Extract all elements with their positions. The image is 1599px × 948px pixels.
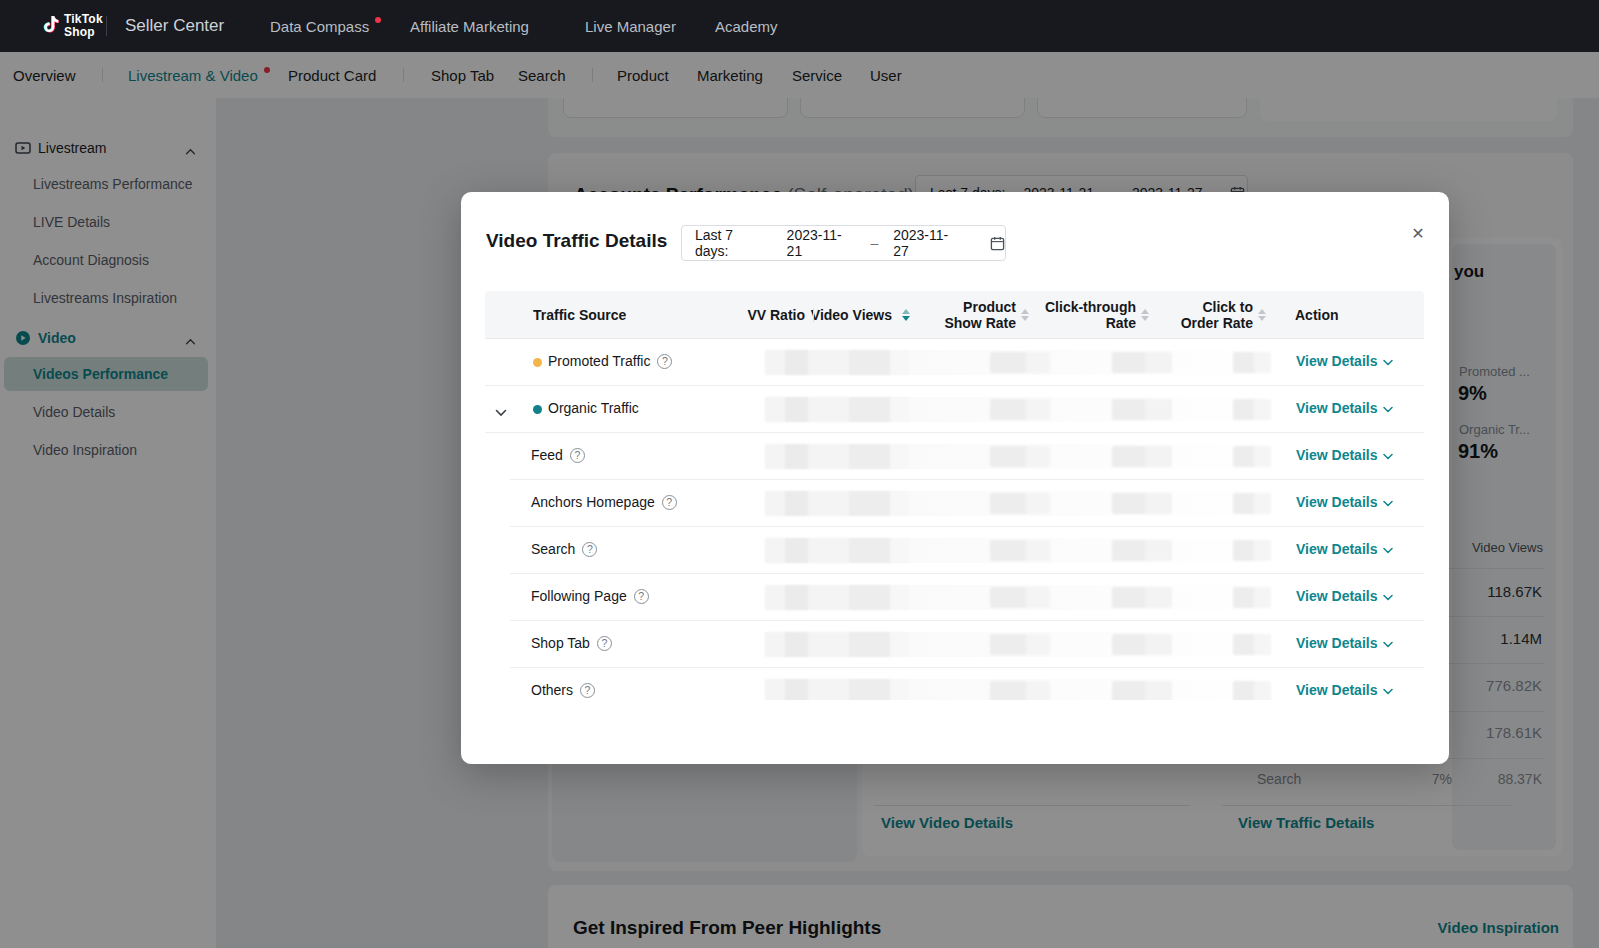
traffic-row-search: Search? View Details	[485, 527, 1424, 574]
redacted-value	[990, 681, 1050, 700]
traffic-source-label: Shop Tab?	[531, 635, 612, 651]
redacted-value	[1112, 587, 1172, 608]
redacted-value	[765, 679, 909, 700]
redacted-value	[1233, 681, 1271, 700]
traffic-source-label: Others?	[531, 682, 595, 698]
column-header-click-to-order-rate[interactable]: Click toOrder Rate	[1073, 299, 1253, 331]
close-icon[interactable]: ✕	[1405, 220, 1431, 246]
traffic-source-label: Feed?	[531, 447, 585, 463]
top-nav: TikTokShop Seller Center Data Compass Aff…	[0, 0, 1599, 52]
organic-dot	[533, 405, 542, 414]
date-end[interactable]: 2023-11-27	[893, 227, 962, 259]
date-preset: Last 7 days:	[695, 227, 769, 259]
redacted-value	[990, 399, 1050, 420]
calendar-icon	[990, 236, 1005, 251]
traffic-row-organic-traffic: Organic Traffic View Details	[485, 386, 1424, 433]
redacted-value	[1112, 446, 1172, 467]
traffic-source-label: Promoted Traffic?	[548, 353, 672, 369]
view-details-link[interactable]: View Details	[1296, 588, 1393, 604]
table-header: Traffic SourceVV RatioVideo ViewsProduct…	[485, 291, 1424, 339]
redacted-value	[1233, 634, 1271, 655]
redacted-value	[990, 493, 1050, 514]
help-icon[interactable]: ?	[657, 354, 672, 369]
redacted-value	[990, 352, 1050, 373]
redacted-value	[990, 587, 1050, 608]
traffic-table: Traffic SourceVV RatioVideo ViewsProduct…	[485, 291, 1424, 700]
view-details-link[interactable]: View Details	[1296, 447, 1393, 463]
redacted-value	[765, 585, 909, 610]
redacted-value	[765, 538, 909, 563]
topnav-item-data-compass[interactable]: Data Compass	[270, 0, 381, 52]
redacted-value	[1112, 540, 1172, 561]
traffic-source-label: Following Page?	[531, 588, 649, 604]
help-icon[interactable]: ?	[634, 589, 649, 604]
redacted-value	[1233, 399, 1271, 420]
traffic-row-anchors-homepage: Anchors Homepage? View Details	[485, 480, 1424, 527]
redacted-value	[990, 540, 1050, 561]
tiktok-logo-icon	[42, 15, 60, 39]
tiktok-shop-logo-text: TikTokShop	[64, 13, 103, 39]
video-traffic-details-modal: Video Traffic Details Last 7 days: 2023-…	[461, 192, 1449, 764]
page: Accounts Performance (Self-operated) Las…	[0, 0, 1599, 948]
redacted-value	[1233, 352, 1271, 373]
traffic-row-feed: Feed? View Details	[485, 433, 1424, 480]
help-icon[interactable]: ?	[580, 683, 595, 698]
redacted-value	[990, 634, 1050, 655]
help-icon[interactable]: ?	[597, 636, 612, 651]
redacted-value	[765, 444, 909, 469]
topnav-item-academy[interactable]: Academy	[715, 0, 778, 52]
redacted-value	[765, 397, 909, 422]
redacted-value	[1112, 352, 1172, 373]
help-icon[interactable]: ?	[570, 448, 585, 463]
expand-chevron-icon[interactable]	[495, 403, 507, 421]
modal-date-range[interactable]: Last 7 days: 2023-11-21 – 2023-11-27	[681, 225, 1006, 261]
redacted-value	[1112, 493, 1172, 514]
divider	[813, 308, 814, 322]
sort-icon[interactable]	[1257, 309, 1267, 321]
help-icon[interactable]: ?	[662, 495, 677, 510]
view-details-link[interactable]: View Details	[1296, 541, 1393, 557]
view-details-link[interactable]: View Details	[1296, 400, 1393, 416]
modal-title: Video Traffic Details	[486, 230, 667, 252]
traffic-row-shop-tab: Shop Tab? View Details	[485, 621, 1424, 668]
promoted-dot	[533, 358, 542, 367]
traffic-source-label: Search?	[531, 541, 597, 557]
view-details-link[interactable]: View Details	[1296, 353, 1393, 369]
column-header-action: Action	[1295, 307, 1339, 323]
redacted-value	[1112, 634, 1172, 655]
topnav-item-affiliate-marketing[interactable]: Affiliate Marketing	[410, 0, 529, 52]
redacted-value	[765, 632, 909, 657]
redacted-value	[990, 446, 1050, 467]
traffic-row-following-page: Following Page? View Details	[485, 574, 1424, 621]
view-details-link[interactable]: View Details	[1296, 682, 1393, 698]
traffic-source-label: Anchors Homepage?	[531, 494, 677, 510]
topnav-item-live-manager[interactable]: Live Manager	[585, 0, 676, 52]
view-details-link[interactable]: View Details	[1296, 494, 1393, 510]
redacted-value	[1233, 493, 1271, 514]
redacted-value	[1233, 540, 1271, 561]
traffic-source-label: Organic Traffic	[548, 400, 639, 416]
redacted-value	[1233, 587, 1271, 608]
redacted-value	[765, 491, 909, 516]
date-start[interactable]: 2023-11-21	[787, 227, 856, 259]
redacted-value	[1233, 446, 1271, 467]
traffic-row-others: Others? View Details	[485, 668, 1424, 700]
redacted-value	[765, 350, 909, 375]
redacted-value	[1112, 399, 1172, 420]
help-icon[interactable]: ?	[582, 542, 597, 557]
redacted-value	[1112, 681, 1172, 700]
column-header-traffic-source: Traffic Source	[533, 307, 626, 323]
traffic-row-promoted-traffic: Promoted Traffic? View Details	[485, 339, 1424, 386]
notification-dot	[375, 17, 381, 23]
seller-center-title[interactable]: Seller Center	[125, 0, 224, 52]
divider	[106, 16, 107, 36]
view-details-link[interactable]: View Details	[1296, 635, 1393, 651]
